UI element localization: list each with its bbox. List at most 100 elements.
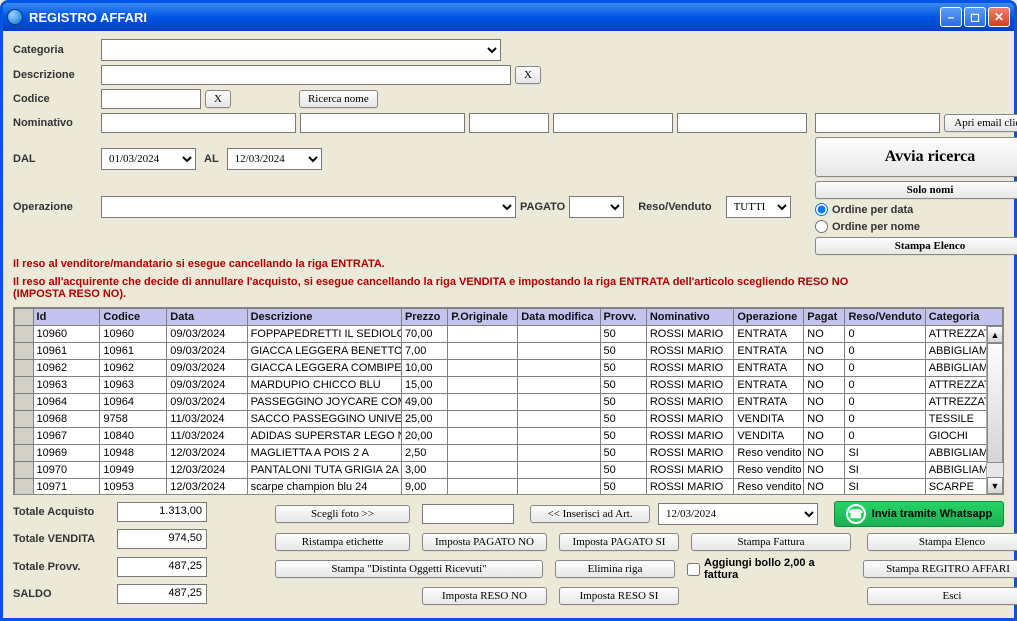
clear-descrizione-button[interactable]: X <box>515 66 541 84</box>
table-cell[interactable]: 10961 <box>33 343 100 360</box>
table-cell[interactable]: 10840 <box>100 428 167 445</box>
ricerca-nome-button[interactable]: Ricerca nome <box>299 90 378 108</box>
table-cell[interactable]: NO <box>804 445 845 462</box>
table-cell[interactable]: 50 <box>600 343 646 360</box>
table-cell[interactable]: ROSSI MARIO <box>646 462 733 479</box>
table-cell[interactable]: ENTRATA <box>734 394 804 411</box>
table-cell[interactable]: 20,00 <box>401 428 447 445</box>
table-cell[interactable]: 09/03/2024 <box>167 377 247 394</box>
titlebar[interactable]: REGISTRO AFFARI – ◻ ✕ <box>3 3 1014 31</box>
scroll-up-arrow[interactable]: ▲ <box>987 326 1003 343</box>
table-cell[interactable]: ROSSI MARIO <box>646 445 733 462</box>
table-cell[interactable]: NO <box>804 394 845 411</box>
scegli-foto-button[interactable]: Scegli foto >> <box>275 505 410 523</box>
table-cell[interactable] <box>518 462 600 479</box>
table-cell[interactable]: ENTRATA <box>734 343 804 360</box>
table-cell[interactable] <box>448 343 518 360</box>
table-cell[interactable]: SI <box>845 462 925 479</box>
table-cell[interactable] <box>518 445 600 462</box>
table-cell[interactable]: 10,00 <box>401 360 447 377</box>
table-cell[interactable]: 09/03/2024 <box>167 326 247 343</box>
table-row[interactable]: 109641096409/03/2024PASSEGGINO JOYCARE C… <box>15 394 1003 411</box>
table-cell[interactable]: 50 <box>600 445 646 462</box>
codice-input[interactable] <box>101 89 201 109</box>
table-cell[interactable]: 50 <box>600 428 646 445</box>
table-cell[interactable]: VENDITA <box>734 428 804 445</box>
ordine-nome-radio[interactable] <box>815 220 828 233</box>
table-cell[interactable] <box>448 428 518 445</box>
stampa-fattura-button[interactable]: Stampa Fattura <box>691 533 851 551</box>
table-row[interactable]: 109611096109/03/2024GIACCA LEGGERA BENET… <box>15 343 1003 360</box>
table-cell[interactable]: FOPPAPEDRETTI IL SEDIOLO <box>247 326 401 343</box>
table-cell[interactable]: 3,00 <box>401 462 447 479</box>
table-cell[interactable]: 10949 <box>100 462 167 479</box>
table-cell[interactable]: NO <box>804 377 845 394</box>
table-cell[interactable]: 10967 <box>33 428 100 445</box>
table-cell[interactable] <box>518 411 600 428</box>
elimina-riga-button[interactable]: Elimina riga <box>555 560 675 578</box>
column-header[interactable]: Data modifica <box>518 309 600 326</box>
table-cell[interactable]: Reso vendito <box>734 462 804 479</box>
table-cell[interactable]: 2,50 <box>401 445 447 462</box>
imposta-reso-no-button[interactable]: Imposta RESO NO <box>422 587 547 605</box>
solo-nomi-button[interactable]: Solo nomi <box>815 181 1017 199</box>
table-row[interactable]: 109691094812/03/2024MAGLIETTA A POIS 2 A… <box>15 445 1003 462</box>
table-cell[interactable]: PANTALONI TUTA GRIGIA 2A <box>247 462 401 479</box>
table-row[interactable]: 109711095312/03/2024scarpe champion blu … <box>15 479 1003 496</box>
table-cell[interactable]: 50 <box>600 394 646 411</box>
table-cell[interactable]: 10948 <box>100 445 167 462</box>
minimize-button[interactable]: – <box>940 7 962 27</box>
table-cell[interactable]: 12/03/2024 <box>167 445 247 462</box>
table-cell[interactable]: 50 <box>600 326 646 343</box>
table-cell[interactable]: 10964 <box>33 394 100 411</box>
apri-email-button[interactable]: Apri email cliente <box>944 114 1017 132</box>
table-cell[interactable]: 50 <box>600 377 646 394</box>
table-cell[interactable]: 12/03/2024 <box>167 462 247 479</box>
table-cell[interactable]: ROSSI MARIO <box>646 394 733 411</box>
nominativo-input-2[interactable] <box>300 113 465 133</box>
table-cell[interactable]: NO <box>804 360 845 377</box>
column-header[interactable]: Codice <box>100 309 167 326</box>
column-header[interactable]: Descrizione <box>247 309 401 326</box>
table-cell[interactable]: 49,00 <box>401 394 447 411</box>
table-cell[interactable]: 0 <box>845 326 925 343</box>
table-cell[interactable]: VENDITA <box>734 411 804 428</box>
table-cell[interactable]: MAGLIETTA A POIS 2 A <box>247 445 401 462</box>
table-cell[interactable]: NO <box>804 479 845 496</box>
table-cell[interactable]: ENTRATA <box>734 326 804 343</box>
table-cell[interactable]: Reso vendito <box>734 445 804 462</box>
avvia-ricerca-button[interactable]: Avvia ricerca <box>815 137 1017 177</box>
stampa-distinta-button[interactable]: Stampa "Distinta Oggetti Ricevuti" <box>275 560 543 578</box>
table-cell[interactable]: SI <box>845 479 925 496</box>
ristampa-etichette-button[interactable]: Ristampa etichette <box>275 533 410 551</box>
table-cell[interactable]: NO <box>804 326 845 343</box>
column-header[interactable]: Operazione <box>734 309 804 326</box>
table-cell[interactable] <box>518 326 600 343</box>
data-grid[interactable]: IdCodiceDataDescrizionePrezzoP.Originale… <box>13 307 1004 495</box>
imposta-reso-si-button[interactable]: Imposta RESO SI <box>559 587 679 605</box>
nominativo-input-5[interactable] <box>677 113 807 133</box>
column-header[interactable]: Categoria <box>925 309 1002 326</box>
esci-button[interactable]: Esci <box>867 587 1017 605</box>
table-cell[interactable]: 0 <box>845 428 925 445</box>
table-cell[interactable]: 10961 <box>100 343 167 360</box>
whatsapp-button[interactable]: ☎ Invia tramite Whatsapp <box>834 501 1004 527</box>
table-cell[interactable]: 09/03/2024 <box>167 343 247 360</box>
reso-venduto-select[interactable]: TUTTI <box>726 196 791 218</box>
table-cell[interactable]: ROSSI MARIO <box>646 411 733 428</box>
column-header[interactable]: Nominativo <box>646 309 733 326</box>
table-cell[interactable]: Reso vendito <box>734 479 804 496</box>
table-row[interactable]: 109601096009/03/2024FOPPAPEDRETTI IL SED… <box>15 326 1003 343</box>
clear-codice-button[interactable]: X <box>205 90 231 108</box>
imposta-pagato-si-button[interactable]: Imposta PAGATO SI <box>559 533 679 551</box>
table-cell[interactable]: ROSSI MARIO <box>646 428 733 445</box>
table-row[interactable]: 109671084011/03/2024ADIDAS SUPERSTAR LEG… <box>15 428 1003 445</box>
table-cell[interactable]: NO <box>804 411 845 428</box>
column-header[interactable]: Reso/Venduto <box>845 309 925 326</box>
dal-select[interactable]: 01/03/2024 <box>101 148 196 170</box>
table-cell[interactable]: SI <box>845 445 925 462</box>
data-bottom-select[interactable]: 12/03/2024 <box>658 503 818 525</box>
table-cell[interactable]: ROSSI MARIO <box>646 326 733 343</box>
descrizione-input[interactable] <box>101 65 511 85</box>
scroll-down-arrow[interactable]: ▼ <box>987 477 1003 494</box>
